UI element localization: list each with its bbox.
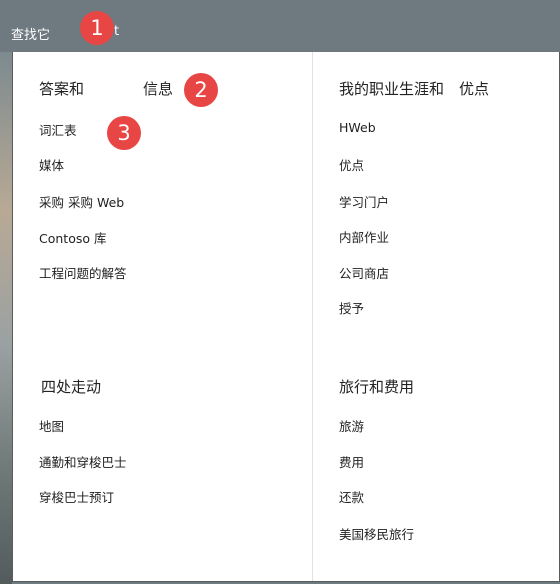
menu-item-engineering-answers[interactable]: 工程问题的解答 [39,263,127,282]
background-image-strip [0,52,12,584]
menu-item-giving[interactable]: 授予 [339,298,364,317]
menu-item-travel[interactable]: 旅游 [339,416,364,435]
section-heading-answers: 答案和 [39,80,85,98]
menu-item-maps[interactable]: 地图 [39,416,64,435]
menu-item-commute-shuttle[interactable]: 通勤和穿梭巴士 [39,452,127,471]
callout-badge-3: 3 [107,116,141,150]
menu-item-learning-portal[interactable]: 学习门户 [339,192,389,211]
menu-item-contoso-library[interactable]: Contoso 库 [39,228,106,247]
menu-item-hweb[interactable]: HWeb [339,120,376,135]
menu-item-company-store[interactable]: 公司商店 [339,263,389,282]
section-heading-getting-around: 四处走动 [41,378,102,396]
callout-badge-1: 1 [80,11,114,45]
menu-item-expenses[interactable]: 费用 [339,452,364,471]
menu-item-shuttle-booking[interactable]: 穿梭巴士预订 [39,487,114,506]
menu-item-benefits[interactable]: 优点 [339,155,364,174]
top-bar-trailing-text: t [114,24,120,39]
section-heading-answers-info: 信息 [143,80,174,98]
menu-item-internal-jobs[interactable]: 内部作业 [339,227,389,246]
menu-item-reimbursement[interactable]: 还款 [339,487,364,506]
menu-item-media[interactable]: 媒体 [39,155,64,174]
menu-item-glossary[interactable]: 词汇表 [39,120,77,139]
find-it-menu-button[interactable]: 查找它 [11,24,50,43]
section-heading-travel-expenses: 旅行和费用 [339,378,415,396]
mega-menu-panel: 答案和 信息 词汇表 媒体 采购 采购 Web Contoso 库 工程问题的解… [12,52,560,582]
section-heading-career: 我的职业生涯和 [339,80,445,98]
callout-badge-2: 2 [184,73,218,107]
column-divider [312,52,313,581]
section-heading-career-benefits: 优点 [459,80,490,98]
menu-item-procurement-web[interactable]: 采购 采购 Web [39,192,124,211]
menu-item-us-immigration-travel[interactable]: 美国移民旅行 [339,524,414,543]
